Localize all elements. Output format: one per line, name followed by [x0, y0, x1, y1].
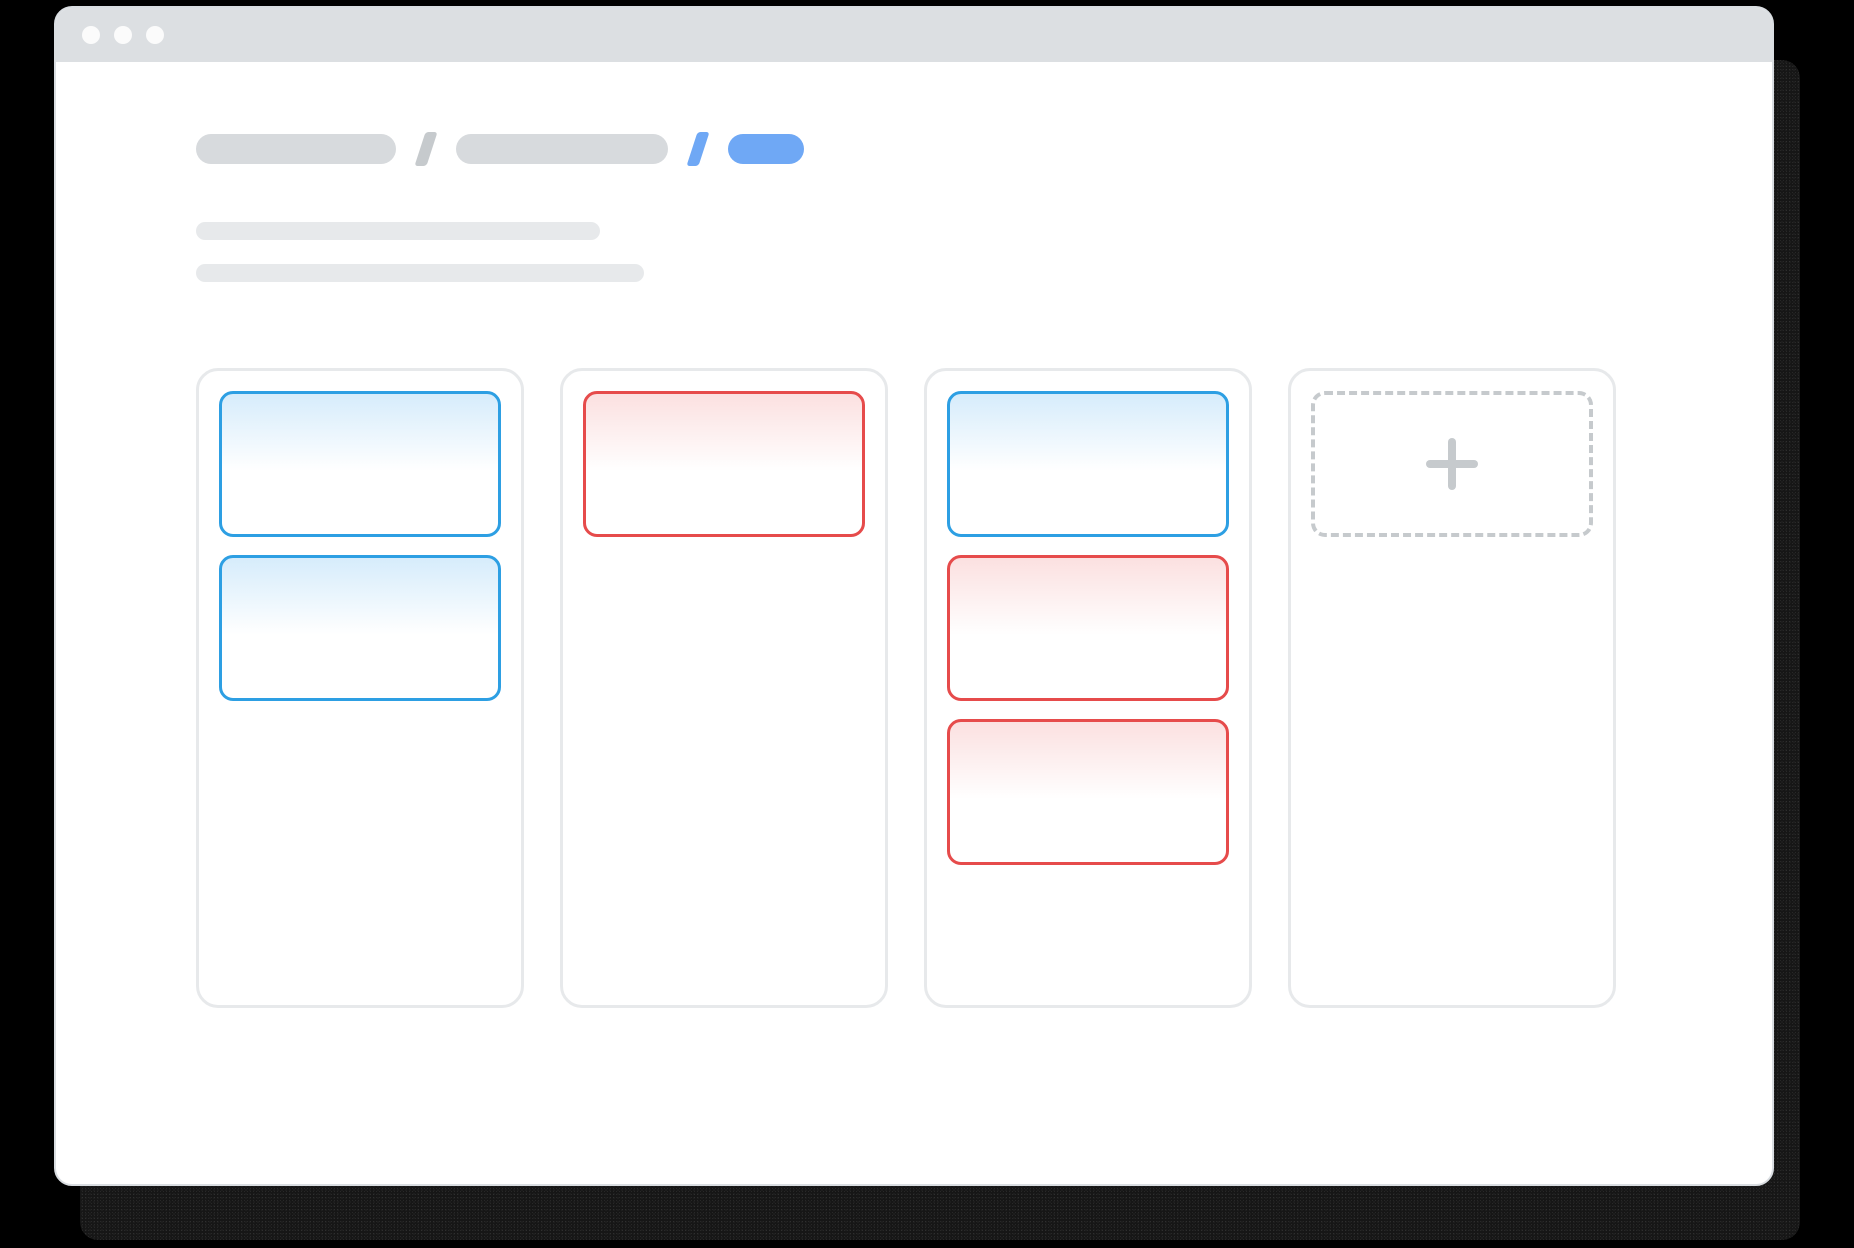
breadcrumb-separator-icon	[414, 132, 437, 166]
titlebar	[56, 8, 1772, 62]
board-column-add[interactable]	[1288, 368, 1616, 1008]
breadcrumb-separator-icon	[686, 132, 709, 166]
breadcrumb-item-2[interactable]	[456, 134, 668, 164]
content-area	[56, 62, 1772, 1008]
card[interactable]	[947, 555, 1229, 701]
card[interactable]	[947, 719, 1229, 865]
board-column[interactable]	[560, 368, 888, 1008]
close-icon[interactable]	[82, 26, 100, 44]
description-line-2	[196, 264, 644, 282]
add-card-button[interactable]	[1311, 391, 1593, 537]
app-window	[54, 6, 1774, 1186]
board-column[interactable]	[924, 368, 1252, 1008]
breadcrumb-item-1[interactable]	[196, 134, 396, 164]
card[interactable]	[219, 391, 501, 537]
maximize-icon[interactable]	[146, 26, 164, 44]
breadcrumb	[196, 132, 1632, 166]
description-line-1	[196, 222, 600, 240]
board-column[interactable]	[196, 368, 524, 1008]
card[interactable]	[219, 555, 501, 701]
plus-icon	[1426, 438, 1478, 490]
card[interactable]	[583, 391, 865, 537]
stage	[0, 0, 1854, 1248]
kanban-board	[196, 368, 1632, 1008]
card[interactable]	[947, 391, 1229, 537]
breadcrumb-item-3-active[interactable]	[728, 134, 804, 164]
minimize-icon[interactable]	[114, 26, 132, 44]
